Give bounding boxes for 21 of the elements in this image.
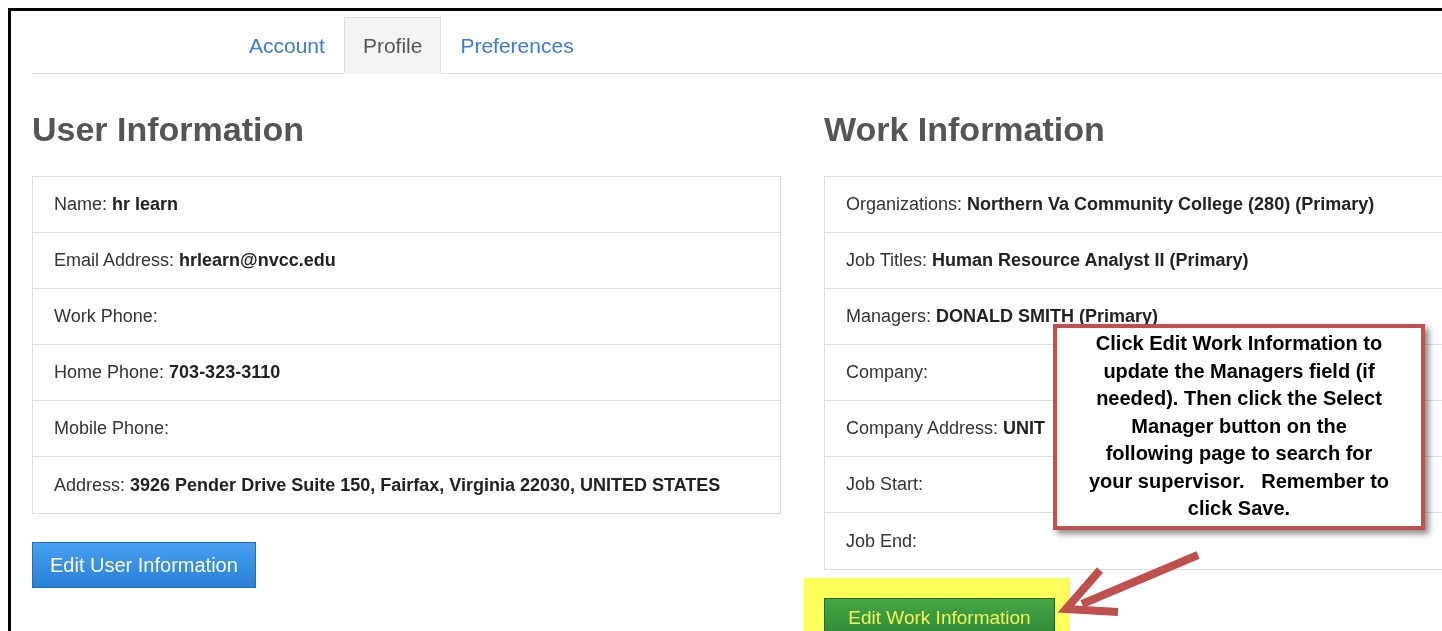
field-text: Job Start: [846,475,924,494]
field-text: Email Address: hrlearn@nvcc.edu [54,251,336,270]
section-heading: User Information [32,109,306,150]
tab[interactable]: Profile [343,17,442,74]
field-text: Company Address: UNIT [846,419,1046,438]
field-text: Address: 3926 Pender Drive Suite 150, Fairfax, Virginia 22030, UNITED STATES [54,475,721,495]
callout-text: Click Edit Work Information to update the Managers field (if needed). Then click the Select Manager button on the following page to search for your supervisor. Remember to click Save. [1088,331,1390,521]
field-text: Managers: DONALD SMITH (Primary) [846,307,1159,326]
field-text: Mobile Phone: [54,419,170,438]
field-text: Name: hr learn [54,195,179,214]
field-text: Home Phone: 703-323-3110 [54,363,281,382]
field-text: Job Titles: Human Resource Analyst II (Primary) [846,251,1249,270]
tab[interactable]: Account [230,17,344,74]
edit-work-information-button[interactable]: Edit Work Information [824,598,1055,631]
section-heading: Work Information [824,109,1106,150]
field-text: Work Phone: [54,307,158,326]
field-text: Job End: [846,531,918,551]
field-text: Organizations: Northern Va Community College (280) (Primary) [846,195,1375,214]
edit-user-information-button[interactable]: Edit User Information [32,542,256,588]
tab[interactable]: Preferences [441,17,593,74]
field-text: Company: [846,363,929,382]
